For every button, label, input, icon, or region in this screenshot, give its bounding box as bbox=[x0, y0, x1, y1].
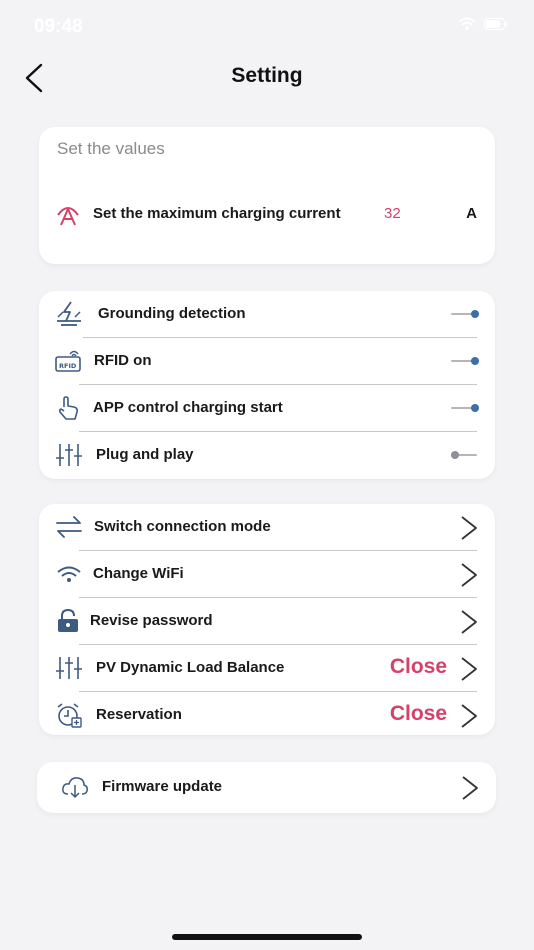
cloud-download-icon bbox=[62, 777, 88, 799]
current-gauge-icon bbox=[57, 207, 79, 226]
wifi-icon bbox=[57, 566, 81, 582]
sliders-icon bbox=[56, 657, 82, 679]
chevron-right-icon[interactable] bbox=[457, 561, 481, 589]
svg-text:RFID: RFID bbox=[59, 362, 77, 370]
sliders-icon bbox=[56, 444, 82, 466]
rfid-toggle[interactable] bbox=[451, 355, 479, 367]
touch-hand-icon bbox=[58, 396, 78, 420]
alarm-clock-icon bbox=[57, 703, 82, 728]
toggle-label: Grounding detection bbox=[98, 305, 246, 322]
header: Setting bbox=[0, 52, 534, 104]
toggle-row-app-control: APP control charging start bbox=[39, 385, 495, 432]
max-current-value[interactable]: 32 bbox=[384, 205, 401, 222]
lock-icon bbox=[58, 608, 78, 632]
nav-label: Firmware update bbox=[102, 778, 223, 795]
status-icons bbox=[458, 17, 508, 31]
nav-row-firmware[interactable]: Firmware update bbox=[37, 764, 496, 811]
max-current-unit: A bbox=[466, 205, 477, 222]
rfid-icon: RFID bbox=[55, 350, 81, 372]
status-bar: 09:48 bbox=[0, 0, 534, 52]
home-indicator[interactable] bbox=[172, 934, 362, 940]
max-current-row[interactable]: Set the maximum charging current 32 A bbox=[39, 197, 495, 231]
toggle-label: Plug and play bbox=[96, 446, 194, 463]
chevron-right-icon[interactable] bbox=[457, 608, 481, 636]
chevron-right-icon[interactable] bbox=[457, 514, 481, 542]
nav-label: Change WiFi bbox=[93, 565, 184, 582]
toggle-label: APP control charging start bbox=[93, 399, 283, 416]
nav-row-wifi[interactable]: Change WiFi bbox=[39, 551, 495, 598]
toggle-label: RFID on bbox=[94, 352, 152, 369]
chevron-right-icon[interactable] bbox=[457, 702, 481, 730]
values-card: Set the values Set the maximum charging … bbox=[39, 127, 495, 264]
signal-wifi-icon bbox=[458, 17, 476, 30]
firmware-card: Firmware update bbox=[37, 762, 496, 813]
grounding-toggle[interactable] bbox=[451, 308, 479, 320]
battery-icon bbox=[484, 18, 508, 30]
page-title: Setting bbox=[231, 64, 303, 87]
chevron-right-icon[interactable] bbox=[458, 774, 482, 802]
lightning-ground-icon bbox=[57, 301, 81, 326]
swap-arrows-icon bbox=[56, 516, 82, 538]
nav-row-password[interactable]: Revise password bbox=[39, 598, 495, 645]
nav-label: Reservation bbox=[96, 706, 182, 723]
toggle-row-grounding: Grounding detection bbox=[39, 291, 495, 338]
reservation-status: Close bbox=[389, 702, 447, 725]
nav-label: PV Dynamic Load Balance bbox=[96, 659, 285, 676]
plug-play-toggle[interactable] bbox=[451, 449, 479, 461]
nav-card: Switch connection mode Change WiFi Revis… bbox=[39, 504, 495, 735]
nav-row-switch-mode[interactable]: Switch connection mode bbox=[39, 504, 495, 551]
nav-label: Revise password bbox=[90, 612, 213, 629]
app-control-toggle[interactable] bbox=[451, 402, 479, 414]
nav-row-pv-balance[interactable]: PV Dynamic Load Balance Close bbox=[39, 645, 495, 692]
section-title: Set the values bbox=[57, 139, 165, 158]
toggle-row-rfid: RFID RFID on bbox=[39, 338, 495, 385]
toggles-card: Grounding detection RFID RFID on APP con… bbox=[39, 291, 495, 479]
status-time: 09:48 bbox=[34, 16, 83, 37]
max-current-label: Set the maximum charging current bbox=[93, 205, 341, 222]
chevron-right-icon[interactable] bbox=[457, 655, 481, 683]
nav-row-reservation[interactable]: Reservation Close bbox=[39, 692, 495, 739]
nav-label: Switch connection mode bbox=[94, 518, 271, 535]
pv-balance-status: Close bbox=[389, 655, 447, 678]
toggle-row-plug-play: Plug and play bbox=[39, 432, 495, 479]
